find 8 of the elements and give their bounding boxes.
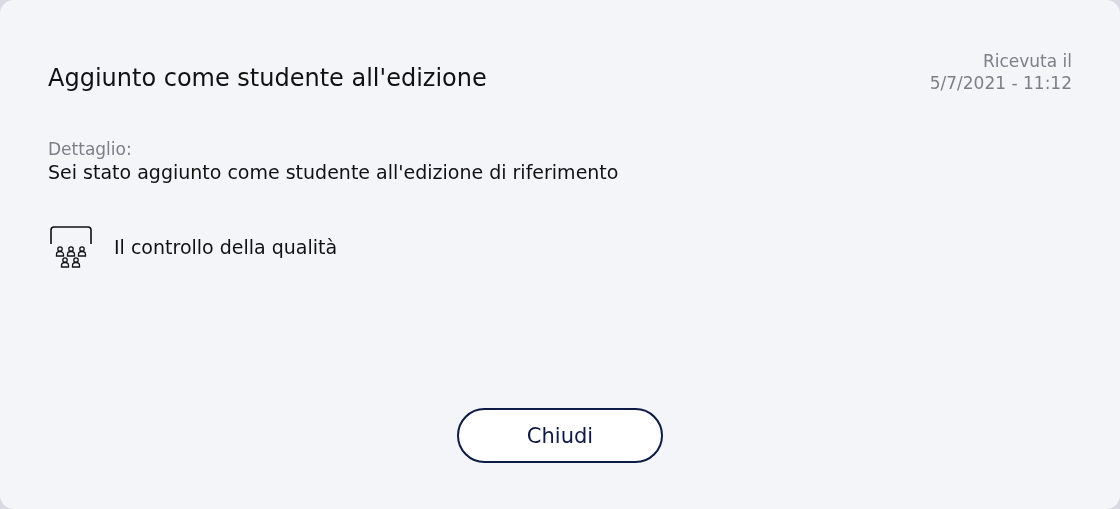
detail-label: Dettaglio:	[48, 138, 133, 160]
received-datetime: 5/7/2021 - 11:12	[929, 72, 1072, 94]
course-name: Il controllo della qualità	[114, 236, 338, 258]
detail-text: Sei stato aggiunto come studente all'edizione di riferimento	[48, 160, 620, 184]
close-button[interactable]: Chiudi	[457, 408, 663, 463]
received-label: Ricevuta il	[982, 50, 1072, 72]
classroom-icon	[48, 224, 94, 270]
dialog-title: Aggiunto come studente all'edizione	[48, 64, 487, 92]
